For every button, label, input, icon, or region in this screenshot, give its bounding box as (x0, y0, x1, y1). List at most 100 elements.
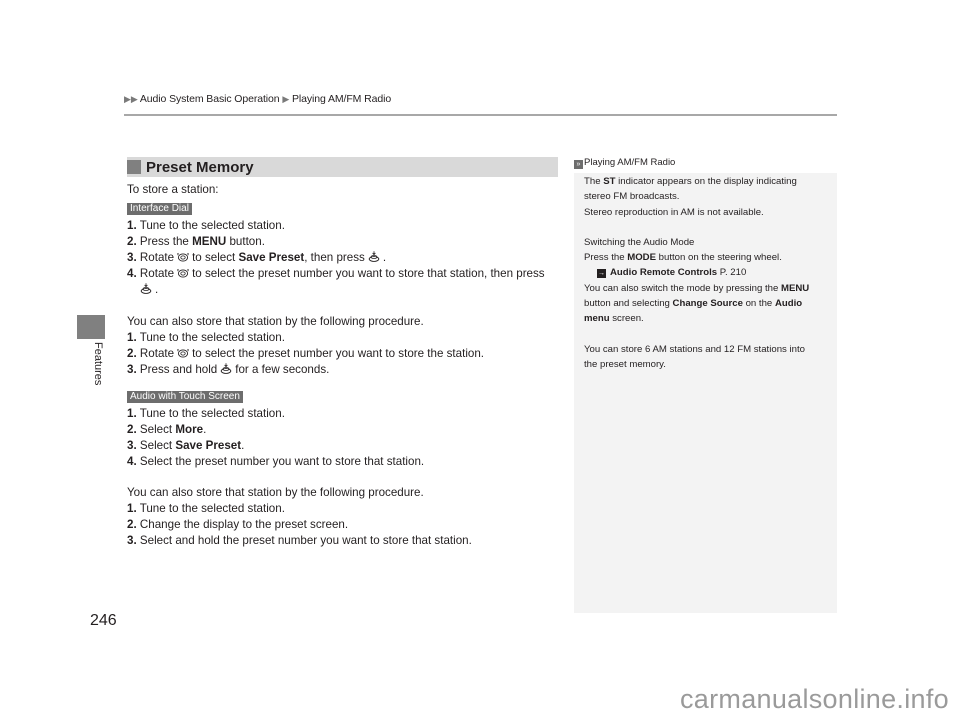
section-title: Preset Memory (146, 158, 254, 176)
step-number: 1. (127, 406, 137, 420)
menu-item-name: More (175, 422, 204, 436)
touch-screen-tag: Audio with Touch Screen (127, 390, 243, 403)
step-number: 3. (127, 438, 137, 452)
side-note-header: » Playing AM/FM Radio (574, 157, 837, 173)
note-text: You can also switch the mode by pressing… (584, 282, 781, 294)
note-line: You can store 6 AM stations and 12 FM st… (584, 343, 805, 355)
step: 3. Rotate to select Save Preset, then pre… (127, 250, 567, 266)
step-number: 1. (127, 330, 137, 344)
breadcrumb-arrow-icon: ▶ (282, 94, 290, 104)
step-text: Select (139, 438, 176, 452)
step-number: 3. (127, 251, 137, 264)
step-continuation: . (127, 282, 567, 298)
step-number: 4. (127, 267, 137, 280)
button-name: MODE (627, 252, 656, 264)
section-heading: Preset Memory (127, 157, 558, 177)
step-number: 1. (127, 219, 137, 232)
note-line: menu screen. (584, 311, 834, 326)
step-text: . (203, 422, 207, 436)
note-text: indicator appears on the display indicat… (615, 176, 797, 187)
step-text: Tune to the selected station. (139, 330, 285, 344)
indicator-name: ST (603, 176, 616, 187)
press-dial-icon (140, 283, 152, 294)
step: 3. Select Save Preset. (127, 438, 567, 454)
step: 1. Tune to the selected station. (127, 330, 567, 346)
step-text: Change the display to the preset screen. (139, 518, 349, 531)
step: 2. Select More. (127, 422, 567, 438)
press-dial-icon (368, 251, 380, 262)
step-number: 2. (127, 235, 137, 248)
menu-name: Audio (774, 298, 803, 310)
step: 1. Tune to the selected station. (127, 218, 567, 234)
note-text: button and selecting (584, 298, 673, 310)
cross-reference-page[interactable]: P. 210 (717, 267, 747, 278)
breadcrumb: ▶▶ Audio System Basic Operation ▶ Playin… (124, 93, 391, 105)
cross-reference-link[interactable]: → Audio Remote Controls P. 210 (584, 265, 834, 280)
step-number: 3. (127, 362, 137, 376)
step-text: Press the (139, 235, 193, 248)
reference-icon: » (574, 160, 583, 169)
step: 1. Tune to the selected station. (127, 501, 567, 517)
menu-name: menu (584, 313, 610, 325)
interface-dial-icon (177, 267, 189, 278)
step-text: Select the preset number you want to sto… (139, 454, 425, 468)
breadcrumb-item[interactable]: Audio System Basic Operation (140, 93, 280, 105)
menu-item-name: Change Source (672, 298, 743, 310)
chapter-label: Features (92, 342, 104, 386)
step-text: to select the preset number you want to … (192, 346, 485, 360)
step-text: Select (139, 422, 176, 436)
intro-text: To store a station: (127, 183, 219, 196)
note-line: the preset memory. (584, 358, 666, 370)
step: 2. Rotate to select the preset number you… (127, 346, 567, 362)
step-text: Tune to the selected station. (139, 502, 285, 515)
note-line: You can also switch the mode by pressing… (584, 281, 834, 296)
step-text: for a few seconds. (235, 362, 330, 376)
step-text: Tune to the selected station. (139, 219, 285, 232)
step: 3. Select and hold the preset number you… (127, 533, 567, 549)
step-number: 2. (127, 518, 137, 531)
step-number: 2. (127, 346, 137, 360)
step-text: Press and hold (139, 362, 218, 376)
menu-item-name: Save Preset (175, 438, 242, 452)
side-note: » Playing AM/FM Radio The ST indicator ap… (574, 157, 837, 613)
chapter-tab (77, 315, 105, 339)
side-note-title: Playing AM/FM Radio (584, 157, 676, 168)
step-text: Rotate (139, 267, 175, 280)
note-text: on the (742, 298, 775, 310)
button-name: MENU (780, 282, 810, 294)
menu-item-name: Save Preset (238, 251, 305, 264)
heading-square-icon (127, 160, 141, 174)
step-number: 2. (127, 422, 137, 436)
note-text: button on the steering wheel. (655, 252, 782, 264)
note-text: Press the (584, 252, 628, 264)
step-number: 1. (127, 502, 137, 515)
step-number: 4. (127, 454, 137, 468)
cross-reference-title[interactable]: Audio Remote Controls (610, 267, 717, 278)
watermark: carmanualsonline.info (680, 684, 949, 714)
press-dial-icon (220, 363, 232, 374)
step-text: Rotate (139, 346, 175, 360)
interface-dial-tag: Interface Dial (127, 203, 192, 215)
interface-dial-icon (177, 251, 189, 262)
note-line: Stereo reproduction in AM is not availab… (584, 206, 764, 218)
interface-dial-icon (177, 347, 189, 358)
step-text: button. (226, 235, 265, 248)
step-text: Select and hold the preset number you wa… (139, 534, 472, 547)
step-text: to select (192, 251, 239, 264)
note-line: The ST indicator appears on the display … (584, 174, 834, 189)
step: 2. Press the MENU button. (127, 234, 567, 250)
alt-intro-text: You can also store that station by the f… (127, 486, 424, 499)
step: 3. Press and hold for a few seconds. (127, 362, 567, 378)
breadcrumb-item[interactable]: Playing AM/FM Radio (292, 93, 391, 105)
note-subtitle: Switching the Audio Mode (584, 236, 695, 248)
step-text: Rotate (139, 251, 175, 264)
step: 2. Change the display to the preset scre… (127, 517, 567, 533)
side-note-body: The ST indicator appears on the display … (584, 174, 834, 372)
alt-intro-text: You can also store that station by the f… (127, 314, 424, 328)
page-number: 246 (90, 612, 117, 629)
step-text: , then press (304, 251, 365, 264)
step: 4. Rotate to select the preset number you… (127, 266, 567, 282)
note-text: screen. (609, 313, 644, 325)
step-number: 3. (127, 534, 137, 547)
note-text: The (584, 176, 604, 187)
